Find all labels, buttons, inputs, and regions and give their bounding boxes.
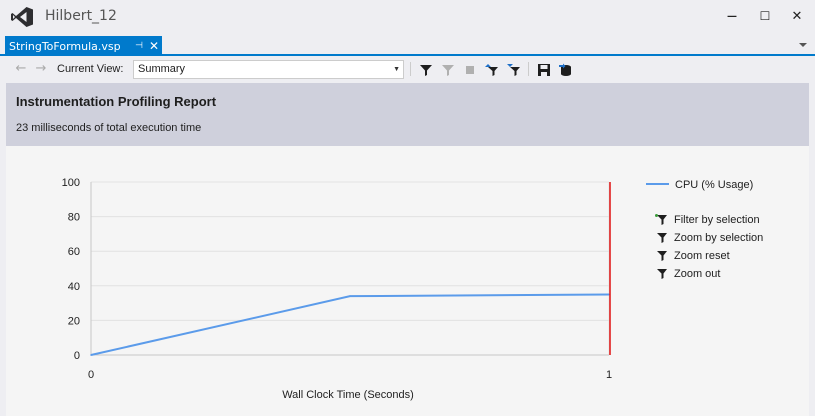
toolbar-separator [528, 62, 529, 76]
chart-action-label: Zoom by selection [674, 232, 764, 244]
y-tick-label: 0 [74, 350, 80, 362]
chart-action-label: Zoom out [674, 268, 721, 280]
report-header: Instrumentation Profiling Report 23 mill… [6, 83, 809, 146]
report-subtitle: 23 milliseconds of total execution time [16, 122, 202, 134]
chart-action-zoom-reset[interactable]: Zoom reset [654, 247, 763, 265]
save-icon[interactable] [537, 63, 551, 77]
close-icon: ✕ [791, 8, 803, 24]
toolbar-separator [410, 62, 411, 76]
chart-series-layer [90, 293, 610, 356]
forward-button[interactable]: → [34, 61, 48, 77]
window-title: Hilbert_12 [45, 8, 117, 24]
chart-action-zoom-out[interactable]: Zoom out [654, 265, 763, 283]
chevron-down-icon: ▼ [393, 66, 400, 73]
filter-down-icon[interactable] [507, 63, 521, 77]
chart-grid [90, 181, 610, 356]
legend-label: CPU (% Usage) [675, 179, 753, 191]
pin-icon[interactable]: ⊣ [132, 41, 146, 51]
profiler-toolbar: ← → Current View: Summary ▼ [0, 58, 815, 82]
maximize-icon: ☐ [759, 9, 771, 23]
document-tab-strip: StringToFormula.vsp ⊣ ✕ [0, 34, 815, 56]
title-bar: Hilbert_12 — ☐ ✕ [0, 0, 815, 34]
current-view-value: Summary [138, 63, 186, 75]
chart-action-label: Filter by selection [674, 214, 760, 226]
y-tick-label: 40 [68, 281, 80, 293]
export-icon[interactable] [559, 63, 573, 77]
stop-icon[interactable] [463, 63, 477, 77]
chart-legend: CPU (% Usage) [646, 179, 753, 191]
zoom-out-icon [657, 269, 667, 279]
chart-action-zoom-by-selection[interactable]: Zoom by selection [654, 229, 763, 247]
filter-up-icon[interactable] [485, 63, 499, 77]
tab-close-icon[interactable]: ✕ [146, 39, 162, 53]
tab-label: StringToFormula.vsp [9, 39, 121, 53]
chart-actions-list: Filter by selection Zoom by selection Zoom… [654, 211, 763, 283]
filter-icon[interactable] [419, 63, 433, 77]
y-tick-label: 20 [68, 315, 80, 327]
profiler-window: Hilbert_12 — ☐ ✕ StringToFormula.vsp ⊣ ✕… [0, 0, 815, 416]
chart-action-filter-by-selection[interactable]: Filter by selection [654, 211, 763, 229]
report-title: Instrumentation Profiling Report [16, 94, 217, 109]
chart-axes: 0 20 40 60 80 100 0 1 [62, 177, 612, 381]
filter-selection-icon [655, 214, 667, 225]
zoom-selection-icon [657, 233, 667, 243]
x-tick-label: 1 [606, 369, 612, 381]
y-tick-label: 80 [68, 212, 80, 224]
y-tick-label: 100 [62, 177, 80, 189]
x-tick-label: 0 [88, 369, 94, 381]
back-button[interactable]: ← [14, 61, 28, 77]
cpu-usage-point [90, 354, 92, 356]
x-axis-label: Wall Clock Time (Seconds) [282, 389, 414, 401]
zoom-reset-icon [657, 251, 667, 261]
cpu-usage-point [349, 295, 351, 297]
filter-disabled-icon[interactable] [441, 63, 455, 77]
current-view-select[interactable]: Summary ▼ [133, 60, 404, 79]
tab-stringtoformula[interactable]: StringToFormula.vsp ⊣ ✕ [5, 36, 162, 56]
report-body: 0 20 40 60 80 100 0 1 CPU (% Usage) Wall Clock … [6, 146, 809, 416]
minimize-button[interactable]: — [720, 6, 744, 26]
tab-overflow-dropdown-icon[interactable] [797, 39, 809, 51]
cpu-usage-line [90, 293, 610, 356]
close-window-button[interactable]: ✕ [785, 6, 809, 26]
chart-action-label: Zoom reset [674, 250, 730, 262]
maximize-button[interactable]: ☐ [753, 6, 777, 26]
visual-studio-logo-icon [11, 7, 33, 27]
current-view-label: Current View: [57, 63, 124, 75]
y-tick-label: 60 [68, 246, 80, 258]
minimize-icon: — [727, 10, 737, 22]
